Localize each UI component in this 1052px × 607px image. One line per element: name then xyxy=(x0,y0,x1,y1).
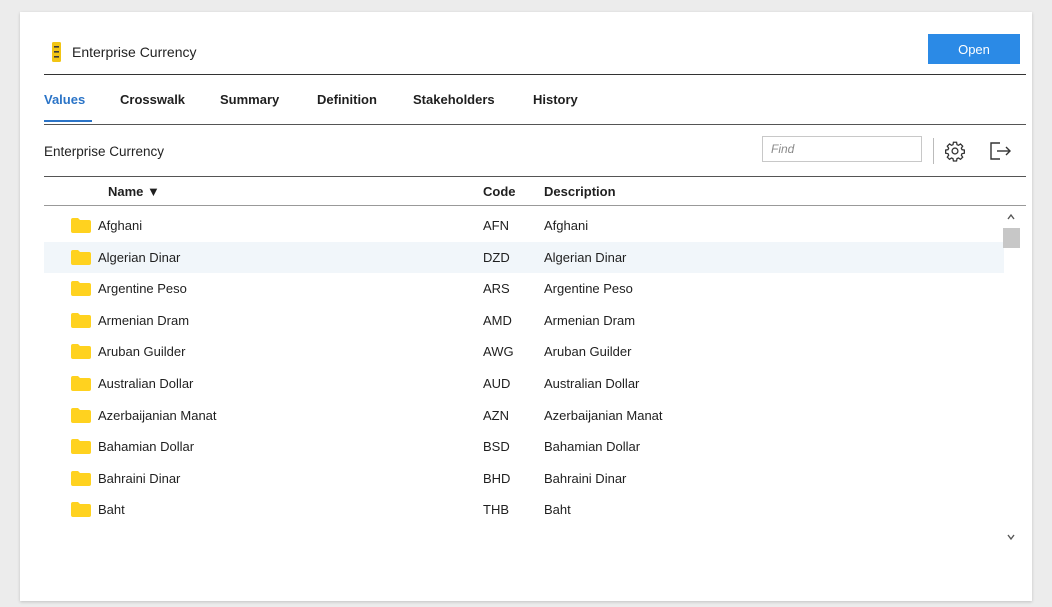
find-input[interactable] xyxy=(762,136,922,162)
cell-description: Aruban Guilder xyxy=(544,344,632,360)
cell-name: Aruban Guilder xyxy=(98,344,186,360)
folder-icon xyxy=(71,470,91,486)
cell-name: Australian Dollar xyxy=(98,375,194,391)
cell-description: Bahamian Dollar xyxy=(544,439,641,455)
page-title: Enterprise Currency xyxy=(72,44,197,60)
open-button[interactable]: Open xyxy=(928,34,1020,64)
cell-description: Baht xyxy=(544,502,571,518)
folder-icon xyxy=(71,375,91,391)
folder-icon xyxy=(71,407,91,423)
tab-divider xyxy=(44,124,1026,125)
scrollbar-thumb[interactable] xyxy=(1003,228,1020,248)
column-header-code[interactable]: Code xyxy=(483,184,516,199)
table-row[interactable]: Azerbaijanian Manat AZN Azerbaijanian Ma… xyxy=(44,400,1004,432)
cell-code: THB xyxy=(483,502,509,518)
cell-code: AFN xyxy=(483,218,509,233)
cell-name: Armenian Dram xyxy=(98,312,190,328)
folder-icon xyxy=(71,218,91,233)
cell-name: Argentine Peso xyxy=(98,281,187,297)
cell-code: AUD xyxy=(483,375,511,391)
table-row[interactable]: Afghani AFN Afghani xyxy=(44,210,1004,242)
enterprise-currency-icon xyxy=(52,42,61,62)
cell-name: Baht xyxy=(98,502,125,518)
cell-code: AWG xyxy=(483,344,514,360)
table-row-highlighted[interactable]: Algerian Dinar DZD Algerian Dinar xyxy=(44,241,1004,274)
tab-values[interactable]: Values xyxy=(44,92,85,107)
cell-description: Armenian Dram xyxy=(544,312,636,328)
cell-name: Bahraini Dinar xyxy=(98,470,181,486)
gear-icon[interactable] xyxy=(944,140,966,162)
chevron-down-icon[interactable] xyxy=(1006,532,1016,542)
tab-definition[interactable]: Definition xyxy=(317,92,377,107)
folder-icon xyxy=(71,502,91,518)
table-body: Afghani AFN Afghani Algerian Dinar DZD A… xyxy=(44,210,1004,546)
header: Enterprise Currency Open xyxy=(44,34,1020,74)
column-header-description[interactable]: Description xyxy=(544,184,616,199)
cell-description: Bahraini Dinar xyxy=(544,470,627,486)
folder-icon xyxy=(71,344,91,360)
table-row[interactable]: Argentine Peso ARS Argentine Peso xyxy=(44,273,1004,305)
scrollbar[interactable] xyxy=(1002,210,1020,546)
cell-description: Azerbaijanian Manat xyxy=(544,407,663,423)
tab-summary[interactable]: Summary xyxy=(220,92,279,107)
active-tab-indicator xyxy=(44,120,92,122)
cell-name: Algerian Dinar xyxy=(98,249,181,265)
header-divider xyxy=(44,74,1026,75)
cell-code: AMD xyxy=(483,312,512,328)
folder-icon xyxy=(71,312,91,328)
toolbar-divider xyxy=(933,138,934,164)
cell-name: Azerbaijanian Manat xyxy=(98,407,217,423)
cell-code: DZD xyxy=(483,249,510,265)
tab-history[interactable]: History xyxy=(533,92,578,107)
table-row[interactable]: Baht THB Baht xyxy=(44,494,1004,526)
table-header-divider xyxy=(44,205,1026,206)
cell-description: Afghani xyxy=(544,218,589,233)
cell-name: Afghani xyxy=(98,218,143,233)
cell-code: AZN xyxy=(483,407,509,423)
cell-code: ARS xyxy=(483,281,510,297)
asset-panel: Enterprise Currency Open Values Crosswal… xyxy=(20,12,1032,601)
table-row[interactable]: Aruban Guilder AWG Aruban Guilder xyxy=(44,336,1004,368)
cell-description: Australian Dollar xyxy=(544,375,640,391)
folder-icon xyxy=(71,281,91,297)
table-row[interactable]: Armenian Dram AMD Armenian Dram xyxy=(44,305,1004,337)
table-row[interactable]: Bahamian Dollar BSD Bahamian Dollar xyxy=(44,431,1004,463)
tab-stakeholders[interactable]: Stakeholders xyxy=(413,92,495,107)
exit-icon[interactable] xyxy=(988,140,1012,162)
table-row[interactable]: Bahraini Dinar BHD Bahraini Dinar xyxy=(44,463,1004,495)
cell-code: BSD xyxy=(483,439,510,455)
cell-code: BHD xyxy=(483,470,511,486)
folder-icon xyxy=(71,249,91,265)
tab-crosswalk[interactable]: Crosswalk xyxy=(120,92,185,107)
column-header-name[interactable]: Name ▼ xyxy=(108,184,160,199)
table-row[interactable]: Australian Dollar AUD Australian Dollar xyxy=(44,368,1004,400)
cell-description: Argentine Peso xyxy=(544,281,633,297)
folder-icon xyxy=(71,439,91,455)
cell-name: Bahamian Dollar xyxy=(98,439,195,455)
section-title: Enterprise Currency xyxy=(44,144,165,159)
chevron-up-icon[interactable] xyxy=(1006,212,1016,222)
cell-description: Algerian Dinar xyxy=(544,249,627,265)
toolbar-divider-line xyxy=(44,176,1026,177)
